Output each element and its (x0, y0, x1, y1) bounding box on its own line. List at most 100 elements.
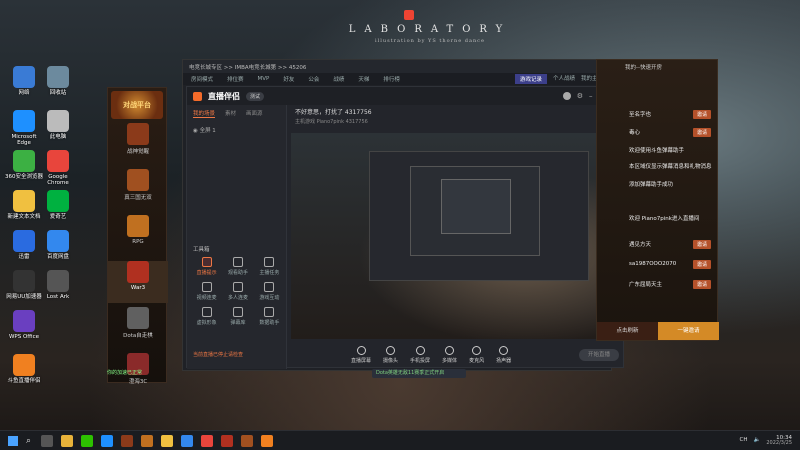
game-item[interactable]: RPG (108, 215, 168, 257)
platform-tab[interactable]: 公会 (308, 75, 319, 83)
platform-tab[interactable]: MVP (258, 76, 270, 82)
desktop-icon[interactable]: 爱奇艺 (38, 190, 78, 220)
tool-label: 弹幕库 (230, 320, 246, 326)
edge-icon[interactable] (101, 434, 114, 447)
invite-button[interactable]: 邀请 (692, 239, 711, 249)
invite-panel: 我的--快速开房 至名字也 邀请 毒心 邀请 欢迎使用斗鱼弹幕助手 本区域仅显示弹幕消息和… (596, 59, 719, 341)
invite-list-item: 本区域仅显示弹幕消息和礼物消息 (629, 160, 715, 172)
tool-button[interactable]: 弹幕库 (222, 307, 253, 326)
invite-button[interactable]: 邀请 (692, 279, 711, 289)
invite-button[interactable]: 邀请 (692, 259, 711, 269)
platform-tab[interactable]: 好友 (283, 75, 294, 83)
app-icon (13, 150, 35, 172)
platform-tab[interactable]: 排行榜 (383, 75, 400, 83)
app-icon[interactable] (241, 434, 254, 447)
tool-icon (232, 257, 243, 267)
platform-right-tab[interactable]: 游戏记录 (514, 74, 547, 84)
bottom-notice: 当前直播已停止请检查 (193, 352, 244, 358)
source-button[interactable]: 多媒体 (442, 346, 457, 366)
scene-tab[interactable]: 我的场景 (193, 109, 216, 118)
invite-all-button[interactable]: 一键邀请 (658, 322, 719, 340)
tool-button[interactable]: 数据助手 (254, 307, 285, 326)
platform-tab[interactable]: 战绩 (333, 75, 344, 83)
stream-app-icon[interactable] (261, 434, 274, 447)
app-icon[interactable] (181, 434, 194, 447)
scene-item[interactable]: ◉ 全屏 1 (187, 122, 286, 138)
volume-icon[interactable]: 🔈 (754, 437, 761, 443)
nested-window-1 (369, 151, 589, 281)
source-button[interactable]: 手机投屏 (410, 346, 430, 366)
game-item[interactable]: Dota自走棋 (108, 307, 168, 349)
start-live-button[interactable]: 开始直播 (579, 349, 619, 361)
desktop-icon[interactable]: 回收站 (38, 66, 78, 96)
settings-icon[interactable]: ⚙ (577, 92, 583, 100)
launcher-logo[interactable]: 对战平台 (111, 91, 163, 119)
toolbox-title: 工具箱 (193, 247, 210, 253)
invite-list-item: 至名字也 邀请 (629, 108, 715, 120)
invite-button[interactable]: 邀请 (692, 127, 711, 137)
tool-button[interactable]: 直播提示 (191, 257, 222, 276)
source-button[interactable]: 摄像头 (383, 346, 398, 366)
file-explorer-icon[interactable] (61, 434, 74, 447)
source-label: 多媒体 (442, 358, 458, 364)
app-icon[interactable] (201, 434, 214, 447)
invite-footer: 点击刷新 一键邀请 (597, 322, 719, 340)
wechat-icon[interactable] (81, 434, 94, 447)
platform-tab[interactable]: 排位赛 (227, 75, 244, 83)
desktop-icon[interactable]: Lost Ark (38, 270, 78, 300)
invite-item-text: 至名字也 (629, 112, 652, 118)
game-item[interactable]: 战神觉醒 (108, 123, 168, 165)
tool-icon (232, 307, 243, 317)
invite-list-item: 毒心 邀请 (629, 126, 715, 138)
desktop-icon[interactable]: Google Chrome (38, 150, 78, 187)
desktop-icon[interactable]: 此电脑 (38, 110, 78, 140)
game-icon (127, 123, 149, 145)
scene-panel: 我的场景 素材 画面源 ◉ 全屏 1 工具箱 直播提示 观看助手 主播任务视频连麦 多人连… (187, 105, 287, 369)
game-item[interactable]: War3 (108, 261, 168, 303)
game-icon[interactable] (121, 434, 134, 447)
refresh-button[interactable]: 点击刷新 (597, 322, 658, 340)
source-button[interactable]: 扬声器 (496, 346, 511, 366)
game-item[interactable]: 真三国无双 (108, 169, 168, 211)
language-indicator[interactable]: CH (740, 437, 748, 443)
clock[interactable]: 10:34 2022/3/25 (766, 435, 792, 447)
tool-icon (201, 257, 212, 267)
tool-button[interactable]: 虚拟形象 (191, 307, 222, 326)
app-icon (13, 190, 35, 212)
app-icon[interactable] (221, 434, 234, 447)
invite-list-item: 广东屈局天主 邀请 (629, 278, 715, 290)
desktop-icon[interactable]: 斗鱼直播伴侣 (4, 354, 44, 384)
scene-tab[interactable]: 画面源 (246, 109, 263, 118)
tool-button[interactable]: 多人连麦 (222, 282, 253, 301)
windows-start-icon[interactable] (8, 435, 18, 446)
avatar[interactable] (562, 92, 571, 100)
invite-list-item: 添加弹幕助手成功 (629, 178, 715, 190)
scene-tab[interactable]: 素材 (225, 109, 236, 118)
live-preview[interactable] (291, 133, 625, 339)
eye-icon[interactable]: ◉ (193, 128, 198, 134)
desktop-icon[interactable]: 百度网盘 (38, 230, 78, 260)
news-banner[interactable]: Dota英雄无敌11赛季正式开启 (372, 369, 466, 378)
desktop-icon-label: 爱奇艺 (49, 214, 67, 220)
search-icon[interactable]: ⌕ (26, 436, 31, 446)
platform-tab[interactable]: 天梯 (358, 75, 369, 83)
tool-button[interactable]: 视频连麦 (191, 282, 222, 301)
tool-label: 多人连麦 (227, 295, 248, 301)
tool-button[interactable]: 观看助手 (222, 257, 253, 276)
tool-button[interactable]: 主播任务 (254, 257, 285, 276)
app-icon[interactable] (161, 434, 174, 447)
app-icon (47, 66, 69, 88)
minimize-icon[interactable]: – (589, 92, 593, 100)
source-button[interactable]: 直播屏幕 (351, 346, 371, 366)
source-button[interactable]: 麦克风 (469, 346, 484, 366)
version-badge[interactable]: 测试 (246, 91, 265, 101)
platform-right-tab[interactable]: 个人战绩 (553, 74, 575, 84)
tool-label: 视频连麦 (196, 295, 217, 301)
invite-button[interactable]: 邀请 (692, 109, 711, 119)
platform-tab[interactable]: 房间模式 (191, 75, 213, 83)
task-view-icon[interactable] (41, 434, 54, 447)
app-icon[interactable] (141, 434, 154, 447)
desktop-icon[interactable]: WPS Office (4, 310, 44, 340)
tool-button[interactable]: 游戏互动 (254, 282, 285, 301)
source-toolbar: 直播屏幕 摄像头 手机投屏 多媒体 麦克风 扬声器 (291, 343, 625, 369)
